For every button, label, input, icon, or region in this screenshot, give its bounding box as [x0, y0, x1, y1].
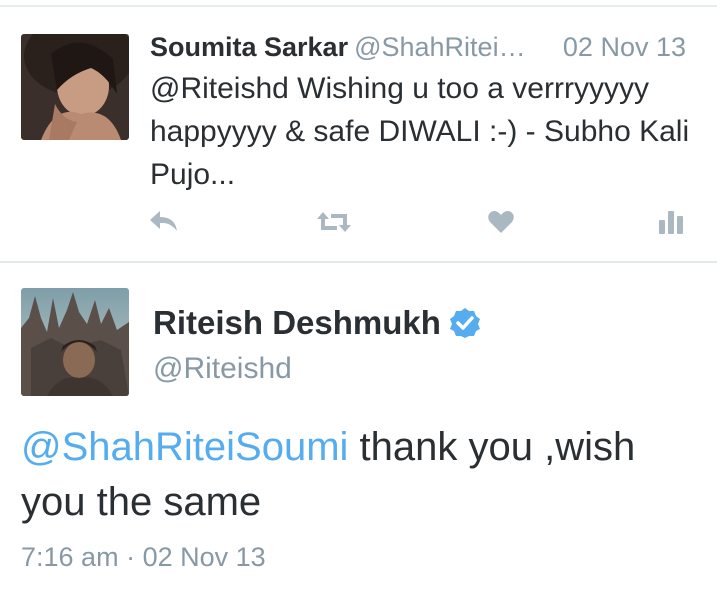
- tweet-text: @Riteishd Wishing u too a verrryyyyy hap…: [150, 72, 690, 191]
- like-heart-icon: [487, 209, 515, 240]
- tweet-date: 02 Nov 13: [142, 542, 266, 572]
- analytics-icon: [657, 208, 685, 241]
- like-button[interactable]: [481, 206, 521, 242]
- author-name-row: Riteish Deshmukh: [153, 303, 481, 343]
- tweet-actions: [0, 206, 717, 242]
- tweet-timestamp[interactable]: 7:16 am · 02 Nov 13: [21, 539, 266, 575]
- author-handle[interactable]: @ShahRiteiS...: [354, 30, 529, 64]
- avatar[interactable]: [21, 288, 129, 396]
- author-name[interactable]: Riteish Deshmukh: [153, 303, 441, 343]
- analytics-button[interactable]: [651, 206, 691, 242]
- tweet-text: @ShahRiteiSoumi thank you ,wish you the …: [21, 420, 701, 530]
- author-handle[interactable]: @Riteishd: [153, 350, 292, 388]
- mention-link[interactable]: @ShahRiteiSoumi: [21, 425, 348, 469]
- tweet-divider: [0, 261, 717, 263]
- top-divider: [0, 5, 717, 7]
- retweet-icon: [315, 210, 353, 239]
- reply-button[interactable]: [144, 206, 184, 242]
- meta-separator: ·: [126, 542, 136, 572]
- tweet-header: Soumita Sarkar @ShahRiteiS... 02 Nov 13: [150, 30, 710, 64]
- author-name[interactable]: Soumita Sarkar: [150, 32, 348, 62]
- retweet-button[interactable]: [314, 206, 354, 242]
- tweet-date[interactable]: 02 Nov 13: [552, 30, 686, 64]
- reply-icon: [148, 209, 180, 240]
- tweet-time: 7:16 am: [21, 542, 119, 572]
- avatar[interactable]: [21, 34, 129, 140]
- verified-badge-icon: [449, 307, 481, 339]
